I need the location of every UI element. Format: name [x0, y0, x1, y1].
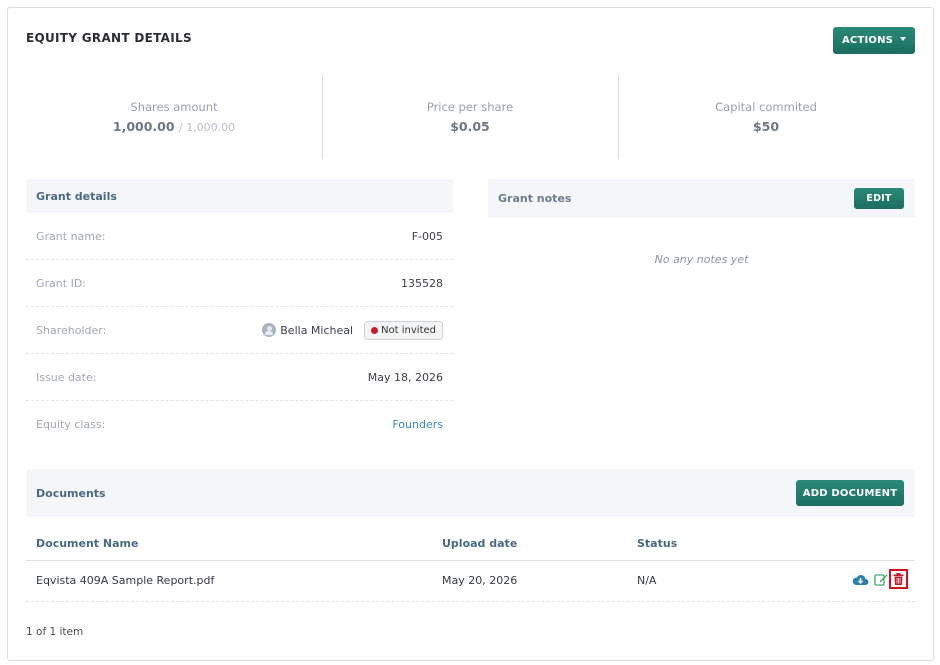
- issue-date-row: Issue date: May 18, 2026: [26, 354, 453, 401]
- shares-total: / 1,000.00: [178, 121, 236, 134]
- grant-details-header: Grant details: [26, 179, 453, 213]
- shareholder-name[interactable]: Bella Micheal: [280, 324, 353, 337]
- status-badge-label: Not invited: [381, 324, 436, 336]
- issue-date-label: Issue date:: [36, 370, 97, 384]
- equity-class-row: Equity class: Founders: [26, 401, 453, 448]
- shareholder-label: Shareholder:: [36, 323, 107, 337]
- avatar: [262, 323, 277, 337]
- grant-details-title: Grant details: [36, 189, 117, 203]
- edit-notes-button[interactable]: EDIT: [854, 188, 904, 209]
- caret-down-icon: [900, 36, 907, 41]
- page-title: EQUITY GRANT DETAILS: [26, 31, 192, 45]
- document-name-cell: Eqvista 409A Sample Report.pdf: [36, 574, 215, 587]
- cloud-download-icon[interactable]: [852, 572, 869, 586]
- stat-capital-label: Capital commited: [715, 100, 817, 114]
- stat-price-label: Price per share: [426, 100, 514, 114]
- pagination-info: 1 of 1 item: [26, 626, 84, 638]
- edit-icon[interactable]: [873, 572, 888, 586]
- table-row-divider: [26, 601, 915, 602]
- status-cell: N/A: [637, 574, 657, 587]
- trash-icon[interactable]: [889, 569, 908, 589]
- documents-title: Documents: [36, 486, 106, 500]
- shares-value: 1,000.00: [112, 119, 175, 134]
- grant-id-row: Grant ID: 135528: [26, 260, 453, 307]
- grant-id-label: Grant ID:: [36, 276, 86, 290]
- upload-date-cell: May 20, 2026: [442, 574, 518, 587]
- issue-date-value: May 18, 2026: [367, 370, 443, 384]
- stat-shares: Shares amount 1,000.00 / 1,000.00: [26, 100, 322, 134]
- table-header-divider: [26, 560, 915, 561]
- stat-price: Price per share $0.05: [322, 100, 618, 134]
- shareholder-info: Bella Micheal Not invited: [262, 320, 443, 340]
- shareholder-row: Shareholder: Bella Micheal Not invited: [26, 307, 453, 354]
- grant-notes-title: Grant notes: [498, 192, 572, 205]
- notes-empty-text: No any notes yet: [654, 253, 749, 266]
- column-upload-date[interactable]: Upload date: [442, 537, 517, 550]
- add-document-button[interactable]: ADD DOCUMENT: [796, 480, 904, 506]
- status-badge: Not invited: [364, 320, 443, 340]
- actions-label: ACTIONS: [841, 35, 894, 46]
- equity-class-label: Equity class:: [36, 418, 106, 431]
- grant-name-label: Grant name:: [36, 229, 106, 243]
- grant-id-value: 135528: [401, 276, 443, 290]
- equity-grant-card: EQUITY GRANT DETAILS ACTIONS Shares amou…: [7, 7, 934, 661]
- stat-capital: Capital commited $50: [618, 100, 914, 134]
- documents-header: Documents: [26, 469, 915, 517]
- grant-name-row: Grant name: F-005: [26, 213, 453, 260]
- stat-capital-value: $50: [752, 119, 780, 134]
- stat-shares-value: 1,000.00 / 1,000.00: [26, 119, 322, 134]
- column-status[interactable]: Status: [637, 537, 677, 550]
- grant-notes-header: Grant notes: [488, 179, 915, 218]
- grant-name-value: F-005: [411, 229, 443, 243]
- actions-dropdown-button[interactable]: ACTIONS: [833, 27, 915, 54]
- status-dot-icon: [371, 326, 379, 334]
- column-document-name[interactable]: Document Name: [36, 537, 138, 550]
- stat-shares-label: Shares amount: [130, 100, 218, 114]
- stat-price-value: $0.05: [450, 119, 490, 134]
- equity-class-link[interactable]: Founders: [392, 418, 443, 431]
